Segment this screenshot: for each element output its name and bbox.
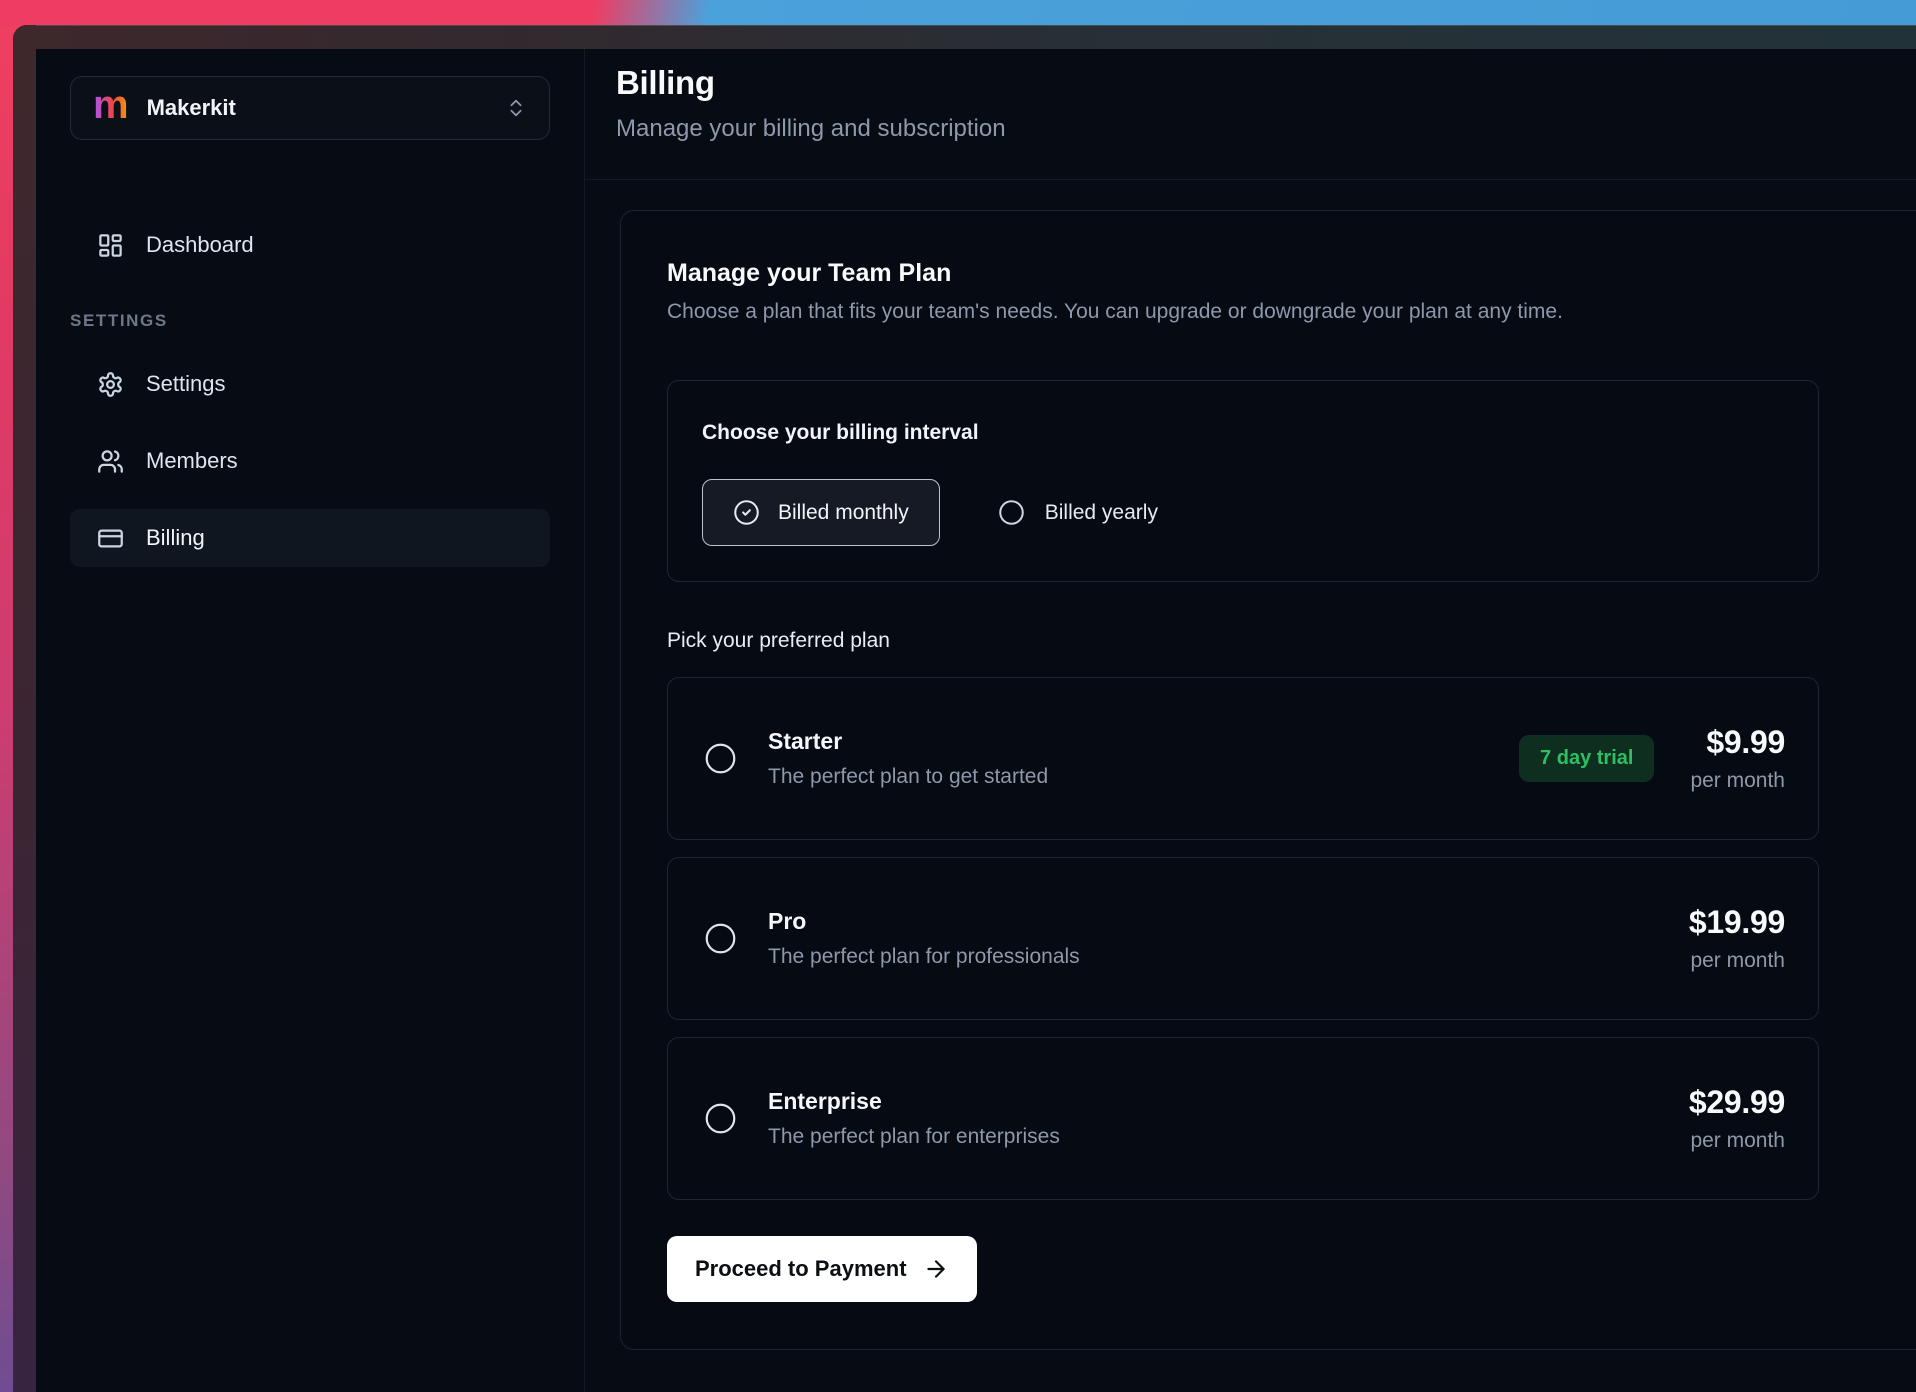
interval-option-yearly[interactable]: Billed yearly: [998, 499, 1158, 526]
sidebar-item-billing[interactable]: Billing: [70, 509, 550, 567]
workspace-name: Makerkit: [147, 95, 236, 121]
plan-picker-label: Pick your preferred plan: [667, 629, 1908, 653]
sidebar-item-dashboard[interactable]: Dashboard: [70, 216, 550, 274]
plan-name: Pro: [768, 908, 1080, 935]
sidebar-item-label: Settings: [146, 371, 226, 397]
plan-row-starter[interactable]: Starter The perfect plan to get started …: [667, 677, 1819, 840]
main-content: Billing Manage your billing and subscrip…: [585, 49, 1916, 1392]
sidebar-item-settings[interactable]: Settings: [70, 355, 550, 413]
main-body: Manage your Team Plan Choose a plan that…: [585, 180, 1916, 1350]
page-header: Billing Manage your billing and subscrip…: [585, 49, 1916, 180]
makerkit-logo: m: [93, 85, 129, 125]
proceed-to-payment-button[interactable]: Proceed to Payment: [667, 1236, 977, 1302]
plan-description: The perfect plan for enterprises: [768, 1125, 1060, 1149]
plan-period: per month: [1689, 1129, 1785, 1153]
plan-description: The perfect plan to get started: [768, 765, 1048, 789]
team-plan-card: Manage your Team Plan Choose a plan that…: [620, 210, 1916, 1350]
app-content: m Makerkit Dashboard SETTINGS: [36, 49, 1916, 1392]
page-subtitle: Manage your billing and subscription: [616, 109, 1876, 149]
plan-price: $9.99: [1690, 724, 1785, 761]
plan-row-enterprise[interactable]: Enterprise The perfect plan for enterpri…: [667, 1037, 1819, 1200]
plan-row-pro[interactable]: Pro The perfect plan for professionals $…: [667, 857, 1819, 1020]
credit-card-icon: [97, 525, 124, 552]
trial-badge: 7 day trial: [1519, 735, 1654, 782]
plan-price-block: $29.99 per month: [1689, 1084, 1785, 1153]
billing-interval-box: Choose your billing interval Billed mont…: [667, 380, 1819, 582]
plan-price-block: $9.99 per month: [1690, 724, 1785, 793]
workspace-selector[interactable]: m Makerkit: [70, 76, 550, 140]
sidebar: m Makerkit Dashboard SETTINGS: [36, 49, 585, 1392]
plan-price-block: $19.99 per month: [1689, 904, 1785, 973]
chevrons-up-down-icon: [505, 97, 527, 119]
sidebar-item-label: Dashboard: [146, 232, 254, 258]
sidebar-item-members[interactable]: Members: [70, 432, 550, 490]
billing-interval-options: Billed monthly Billed yearly: [702, 479, 1784, 546]
desktop-wallpaper-top-strip: [0, 0, 1916, 27]
plan-price: $29.99: [1689, 1084, 1785, 1121]
layout-dashboard-icon: [97, 232, 124, 259]
sidebar-item-label: Billing: [146, 525, 205, 551]
cta-label: Proceed to Payment: [695, 1256, 907, 1282]
plan-name: Starter: [768, 728, 1048, 755]
plan-info: Pro The perfect plan for professionals: [768, 908, 1080, 969]
interval-option-monthly[interactable]: Billed monthly: [702, 479, 940, 546]
billing-interval-label: Choose your billing interval: [702, 421, 1784, 445]
radio-circle-icon[interactable]: [704, 922, 737, 955]
users-icon: [97, 448, 124, 475]
radio-circle-icon[interactable]: [704, 1102, 737, 1135]
check-circle-icon: [733, 499, 760, 526]
interval-option-label: Billed yearly: [1045, 501, 1158, 525]
plan-info: Enterprise The perfect plan for enterpri…: [768, 1088, 1060, 1149]
plan-info: Starter The perfect plan to get started: [768, 728, 1048, 789]
gear-icon: [97, 371, 124, 398]
card-title: Manage your Team Plan: [667, 259, 1908, 288]
sidebar-item-label: Members: [146, 448, 238, 474]
sidebar-section-settings: SETTINGS: [70, 311, 550, 331]
interval-option-label: Billed monthly: [778, 501, 909, 525]
plan-name: Enterprise: [768, 1088, 1060, 1115]
circle-icon: [998, 499, 1025, 526]
plan-description: The perfect plan for professionals: [768, 945, 1080, 969]
plan-price: $19.99: [1689, 904, 1785, 941]
plan-period: per month: [1689, 949, 1785, 973]
card-description: Choose a plan that fits your team's need…: [667, 300, 1908, 324]
arrow-right-icon: [923, 1256, 949, 1282]
window-frame-top: [13, 25, 1916, 49]
page-title: Billing: [616, 61, 1876, 105]
app-window: m Makerkit Dashboard SETTINGS: [13, 25, 1916, 1392]
radio-circle-icon[interactable]: [704, 742, 737, 775]
sidebar-nav: Dashboard SETTINGS Settings Members: [70, 216, 550, 567]
window-frame-left: [13, 25, 36, 1392]
plan-period: per month: [1690, 769, 1785, 793]
